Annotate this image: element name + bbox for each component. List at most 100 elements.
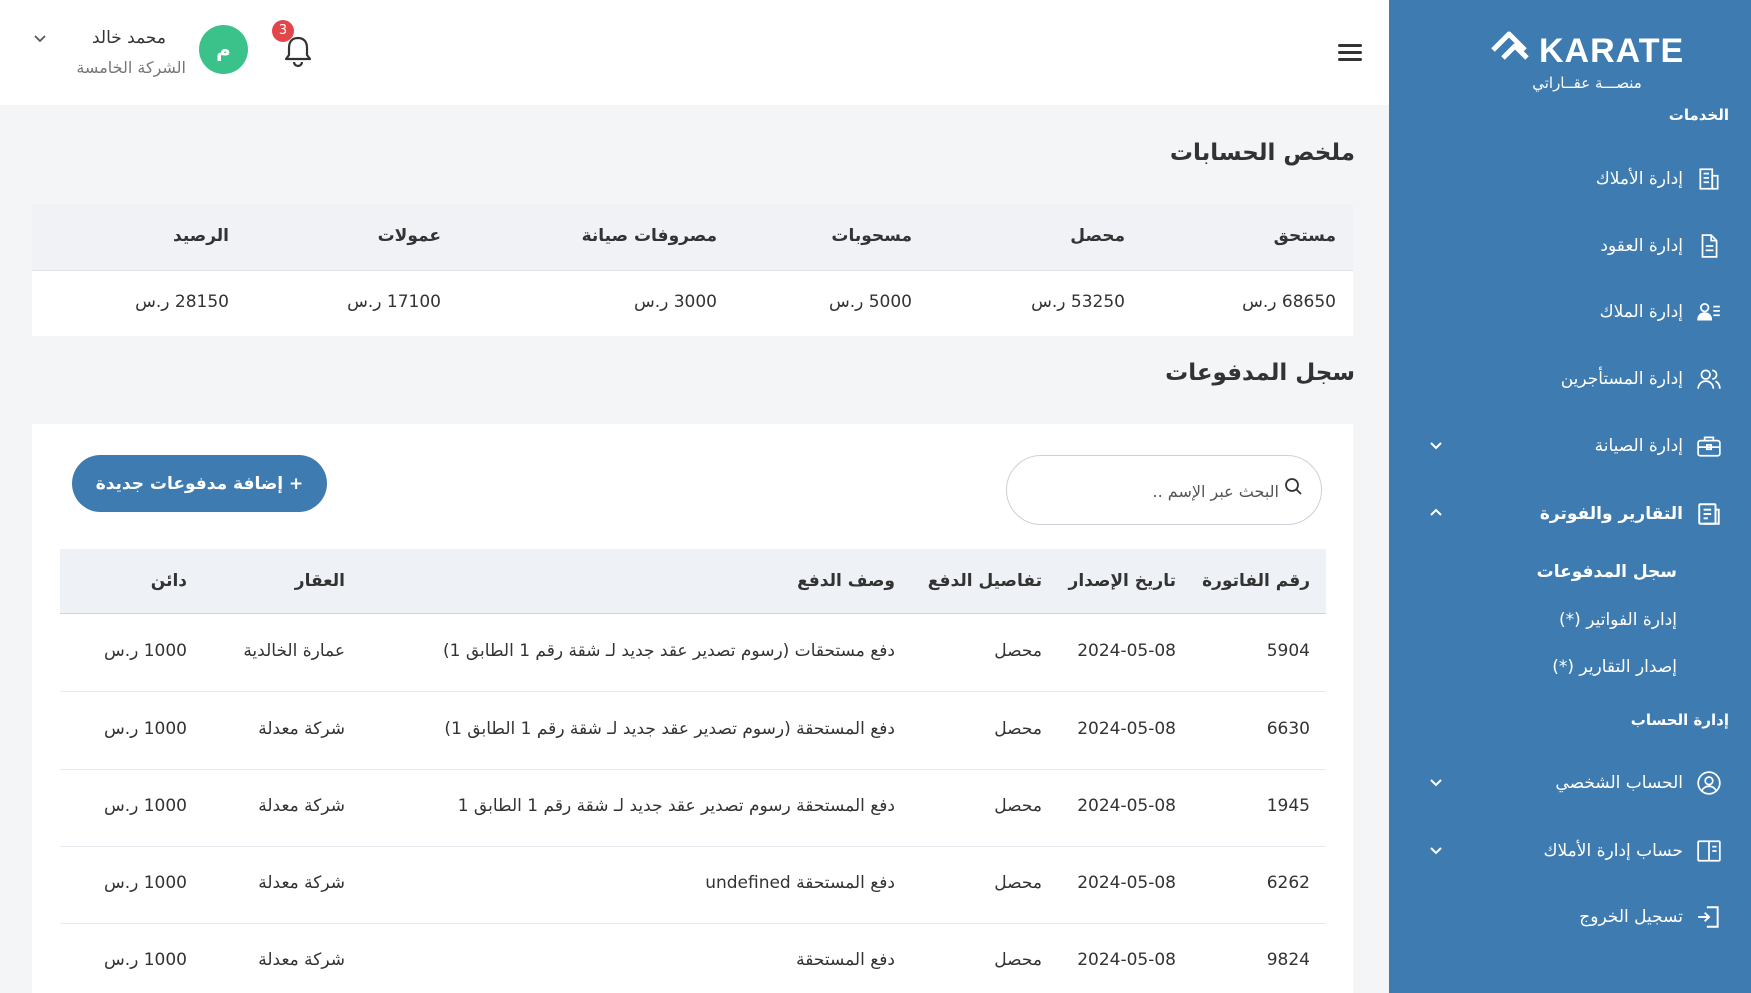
column-header[interactable]: تاريخ الإصدار [1069, 571, 1176, 591]
sidebar-item-reports[interactable]: التقارير والفوترة [1389, 492, 1751, 536]
column-header[interactable]: تفاصيل الدفع [928, 571, 1042, 591]
table-row[interactable]: 6262 2024-05-08 محصل دفع المستحقة undefi… [60, 847, 1326, 924]
invoice-number: 6630 [1266, 719, 1310, 739]
sidebar: KARATE منصـــة عقــاراتي الخدمات إدارة ا… [1389, 0, 1751, 993]
table-row[interactable]: 5904 2024-05-08 محصل دفع مستحقات (رسوم ت… [60, 615, 1326, 692]
sidebar-subitem-payments-log[interactable]: سجل المدفوعات [1537, 562, 1677, 582]
sidebar-item-label: حساب إدارة الأملاك [1543, 841, 1683, 861]
summary-value: 17100 ر.س [347, 292, 441, 312]
building-icon [1695, 165, 1723, 193]
logo-mark-icon [1491, 31, 1529, 60]
sidebar-item-logout[interactable]: تسجيل الخروج [1389, 895, 1751, 939]
sidebar-item-owners[interactable]: إدارة الملاك [1389, 290, 1751, 334]
summary-header: مسحوبات [831, 226, 912, 246]
chevron-up-icon[interactable] [1427, 504, 1445, 522]
payment-details: محصل [994, 950, 1042, 970]
payment-description: دفع مستحقات (رسوم تصدير عقد جديد لـ شقة … [442, 641, 895, 661]
summary-value: 5000 ر.س [828, 292, 912, 312]
owners-list-icon [1695, 298, 1723, 326]
search-input[interactable] [1027, 478, 1279, 504]
chevron-down-icon[interactable] [1427, 436, 1445, 454]
column-header[interactable]: وصف الدفع [797, 571, 895, 591]
summary-value: 28150 ر.س [135, 292, 229, 312]
users-icon [1695, 365, 1723, 393]
payment-description: دفع المستحقة (رسوم تصدير عقد جديد لـ شقة… [444, 719, 895, 739]
payments-panel: + إضافة مدفوعات جديدة رقم الفاتورة تاريخ… [32, 424, 1353, 993]
credit-amount: 1000 ر.س [103, 950, 187, 970]
invoice-number: 5904 [1266, 641, 1310, 661]
sidebar-subitem-issue-reports[interactable]: إصدار التقارير (*) [1552, 657, 1677, 677]
issue-date: 2024-05-08 [1077, 796, 1176, 816]
top-header: 3 م محمد خالد الشركة الخامسة [0, 0, 1389, 105]
account-section-title: إدارة الحساب [1630, 711, 1729, 729]
sidebar-item-contracts[interactable]: إدارة العقود [1389, 224, 1751, 268]
table-row[interactable]: 1945 2024-05-08 محصل دفع المستحقة رسوم ت… [60, 770, 1326, 847]
payment-details: محصل [994, 796, 1042, 816]
payment-details: محصل [994, 873, 1042, 893]
sidebar-item-property-account[interactable]: حساب إدارة الأملاك [1389, 829, 1751, 873]
summary-header: مصروفات صيانة [581, 226, 717, 246]
table-row[interactable]: 6630 2024-05-08 محصل دفع المستحقة (رسوم … [60, 693, 1326, 770]
column-header[interactable]: دائن [151, 571, 187, 591]
avatar[interactable]: م [199, 25, 248, 74]
payment-description: دفع المستحقة undefined [705, 873, 895, 893]
summary-header: مستحق [1273, 226, 1336, 246]
sidebar-item-label: إدارة الملاك [1599, 302, 1683, 322]
search-icon[interactable] [1283, 476, 1305, 498]
summary-header: عمولات [377, 226, 441, 246]
table-row[interactable]: 9824 2024-05-08 محصل دفع المستحقة شركة م… [60, 924, 1326, 993]
payments-title: سجل المدفوعات [1165, 360, 1355, 386]
sidebar-item-maintenance[interactable]: إدارة الصيانة [1389, 424, 1751, 468]
issue-date: 2024-05-08 [1077, 950, 1176, 970]
report-icon [1695, 500, 1723, 528]
issue-date: 2024-05-08 [1077, 873, 1176, 893]
payments-table-header: رقم الفاتورة تاريخ الإصدار تفاصيل الدفع … [60, 549, 1326, 614]
summary-value: 53250 ر.س [1031, 292, 1125, 312]
user-company: الشركة الخامسة [76, 58, 186, 77]
summary-value: 68650 ر.س [1242, 292, 1336, 312]
invoice-number: 1945 [1266, 796, 1310, 816]
sidebar-item-label: إدارة الأملاك [1595, 169, 1683, 189]
chevron-down-icon[interactable] [1427, 841, 1445, 859]
notification-badge: 3 [272, 20, 294, 42]
column-header[interactable]: العقار [295, 571, 345, 591]
logo[interactable]: KARATE منصـــة عقــاراتي [1487, 22, 1683, 92]
sidebar-item-label: التقارير والفوترة [1539, 504, 1683, 524]
summary-header: محصل [1070, 226, 1125, 246]
menu-line [1338, 58, 1362, 61]
sidebar-item-label: إدارة المستأجرين [1560, 369, 1683, 389]
add-payment-button[interactable]: + إضافة مدفوعات جديدة [72, 455, 327, 512]
property-name: شركة معدلة [258, 873, 345, 893]
issue-date: 2024-05-08 [1077, 641, 1176, 661]
logout-icon [1695, 903, 1723, 931]
property-name: شركة معدلة [258, 796, 345, 816]
sidebar-item-tenants[interactable]: إدارة المستأجرين [1389, 357, 1751, 401]
credit-amount: 1000 ر.س [103, 641, 187, 661]
user-name: محمد خالد [91, 28, 166, 48]
sidebar-subitem-invoices[interactable]: إدارة الفواتير (*) [1559, 610, 1677, 630]
credit-amount: 1000 ر.س [103, 873, 187, 893]
summary-title: ملخص الحسابات [1169, 140, 1355, 166]
sidebar-item-label: الحساب الشخصي [1555, 773, 1683, 793]
menu-line [1338, 44, 1362, 47]
sidebar-item-label: تسجيل الخروج [1579, 907, 1683, 927]
payment-details: محصل [994, 641, 1042, 661]
book-icon [1695, 837, 1723, 865]
payment-description: دفع المستحقة [796, 950, 895, 970]
logo-wordmark: KARATE [1539, 32, 1685, 70]
invoice-number: 6262 [1266, 873, 1310, 893]
property-name: شركة معدلة [258, 719, 345, 739]
credit-amount: 1000 ر.س [103, 719, 187, 739]
search-box [1006, 455, 1322, 525]
sidebar-item-properties[interactable]: إدارة الأملاك [1389, 157, 1751, 201]
property-name: عمارة الخالدية [243, 641, 345, 661]
hamburger-menu-button[interactable] [1336, 40, 1364, 66]
chevron-down-icon[interactable] [1427, 773, 1445, 791]
user-circle-icon [1695, 769, 1723, 797]
services-section-title: الخدمات [1668, 106, 1729, 124]
chevron-down-icon[interactable] [32, 32, 48, 46]
issue-date: 2024-05-08 [1077, 719, 1176, 739]
sidebar-item-profile[interactable]: الحساب الشخصي [1389, 761, 1751, 805]
column-header[interactable]: رقم الفاتورة [1202, 571, 1310, 591]
sidebar-item-label: إدارة العقود [1600, 236, 1683, 256]
